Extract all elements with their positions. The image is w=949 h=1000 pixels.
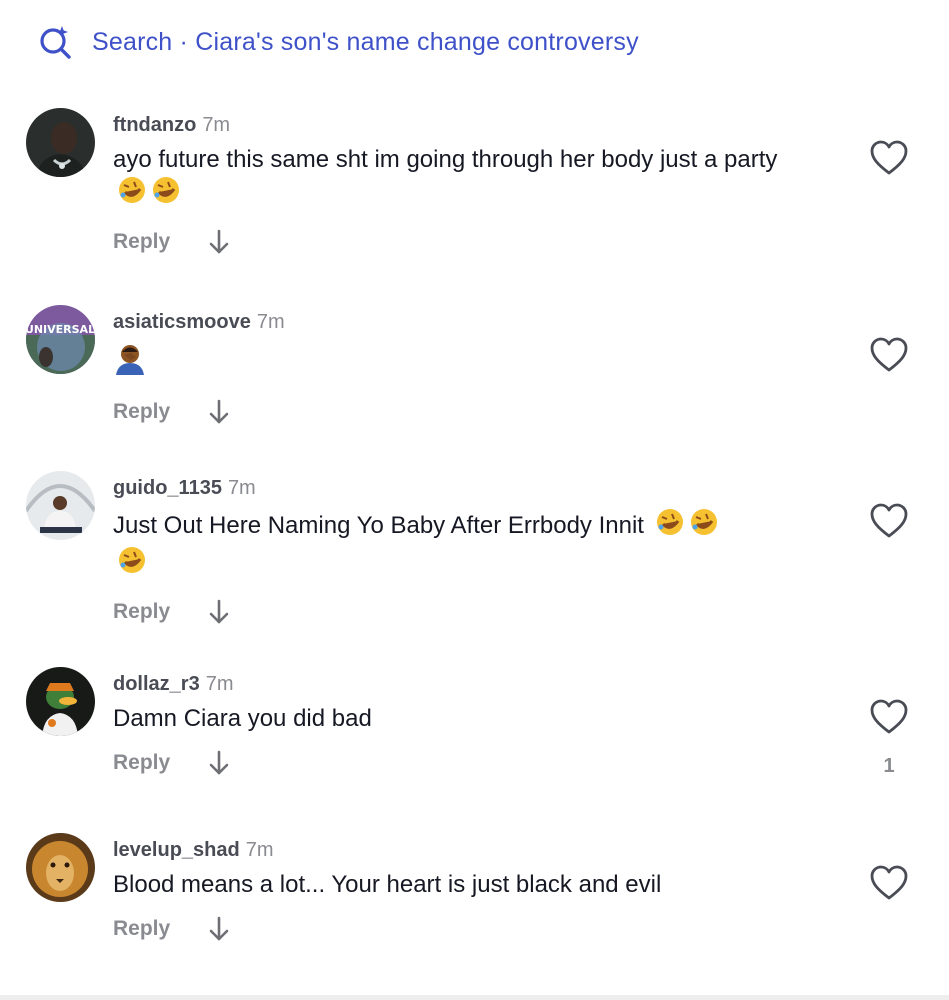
related-search-text: Search · Ciara's son's name change contr… — [92, 27, 639, 56]
like-count: 1 — [883, 755, 895, 777]
reply-button[interactable]: Reply — [113, 230, 170, 254]
arrow-down-icon[interactable] — [208, 399, 230, 425]
rofl-emoji — [117, 175, 147, 213]
comment-text: Damn Ciara you did bad — [113, 705, 372, 732]
arrow-down-icon[interactable] — [208, 229, 230, 255]
arrow-down-icon[interactable] — [208, 916, 230, 942]
arrow-down-icon[interactable] — [208, 599, 230, 625]
svg-text:UNIVERSAL: UNIVERSAL — [26, 323, 95, 336]
comment-time: 7m — [205, 673, 234, 695]
divider — [0, 995, 949, 1000]
reply-button[interactable]: Reply — [113, 917, 170, 941]
avatar[interactable]: UNIVERSAL — [26, 305, 95, 374]
comment-time: 7m — [256, 311, 285, 333]
comment-username[interactable]: ftndanzo — [113, 114, 196, 136]
rofl-emoji — [117, 545, 147, 583]
comment-text: Blood means a lot... Your heart is just … — [113, 871, 662, 898]
reply-button[interactable]: Reply — [113, 751, 170, 775]
comment-text — [113, 341, 843, 383]
rofl-emoji — [689, 507, 719, 545]
comment-time: 7m — [227, 477, 256, 499]
rofl-emoji — [655, 507, 685, 545]
avatar[interactable] — [26, 471, 95, 540]
comment-username[interactable]: levelup_shad — [113, 839, 240, 861]
facepalm-emoji — [113, 341, 147, 383]
comment-username[interactable]: asiaticsmoove — [113, 311, 251, 333]
avatar[interactable] — [26, 108, 95, 177]
heart-icon[interactable] — [869, 697, 909, 737]
reply-button[interactable]: Reply — [113, 400, 170, 424]
comment-text: ayo future this same sht im going throug… — [113, 144, 843, 213]
comment-time: 7m — [202, 114, 231, 136]
avatar[interactable] — [26, 667, 95, 736]
heart-icon[interactable] — [869, 863, 909, 903]
heart-icon[interactable] — [869, 138, 909, 178]
reply-button[interactable]: Reply — [113, 600, 170, 624]
comment-text: Just Out Here Naming Yo Baby After Errbo… — [113, 507, 843, 583]
avatar[interactable] — [26, 833, 95, 902]
heart-icon[interactable] — [869, 501, 909, 541]
heart-icon[interactable] — [869, 335, 909, 375]
comment-time: 7m — [245, 839, 274, 861]
comment-username[interactable]: guido_1135 — [113, 477, 222, 499]
comment-username[interactable]: dollaz_r3 — [113, 673, 200, 695]
rofl-emoji — [151, 175, 181, 213]
search-sparkle-icon — [40, 26, 71, 59]
arrow-down-icon[interactable] — [208, 750, 230, 776]
related-search-link[interactable]: Search · Ciara's son's name change contr… — [38, 22, 639, 62]
